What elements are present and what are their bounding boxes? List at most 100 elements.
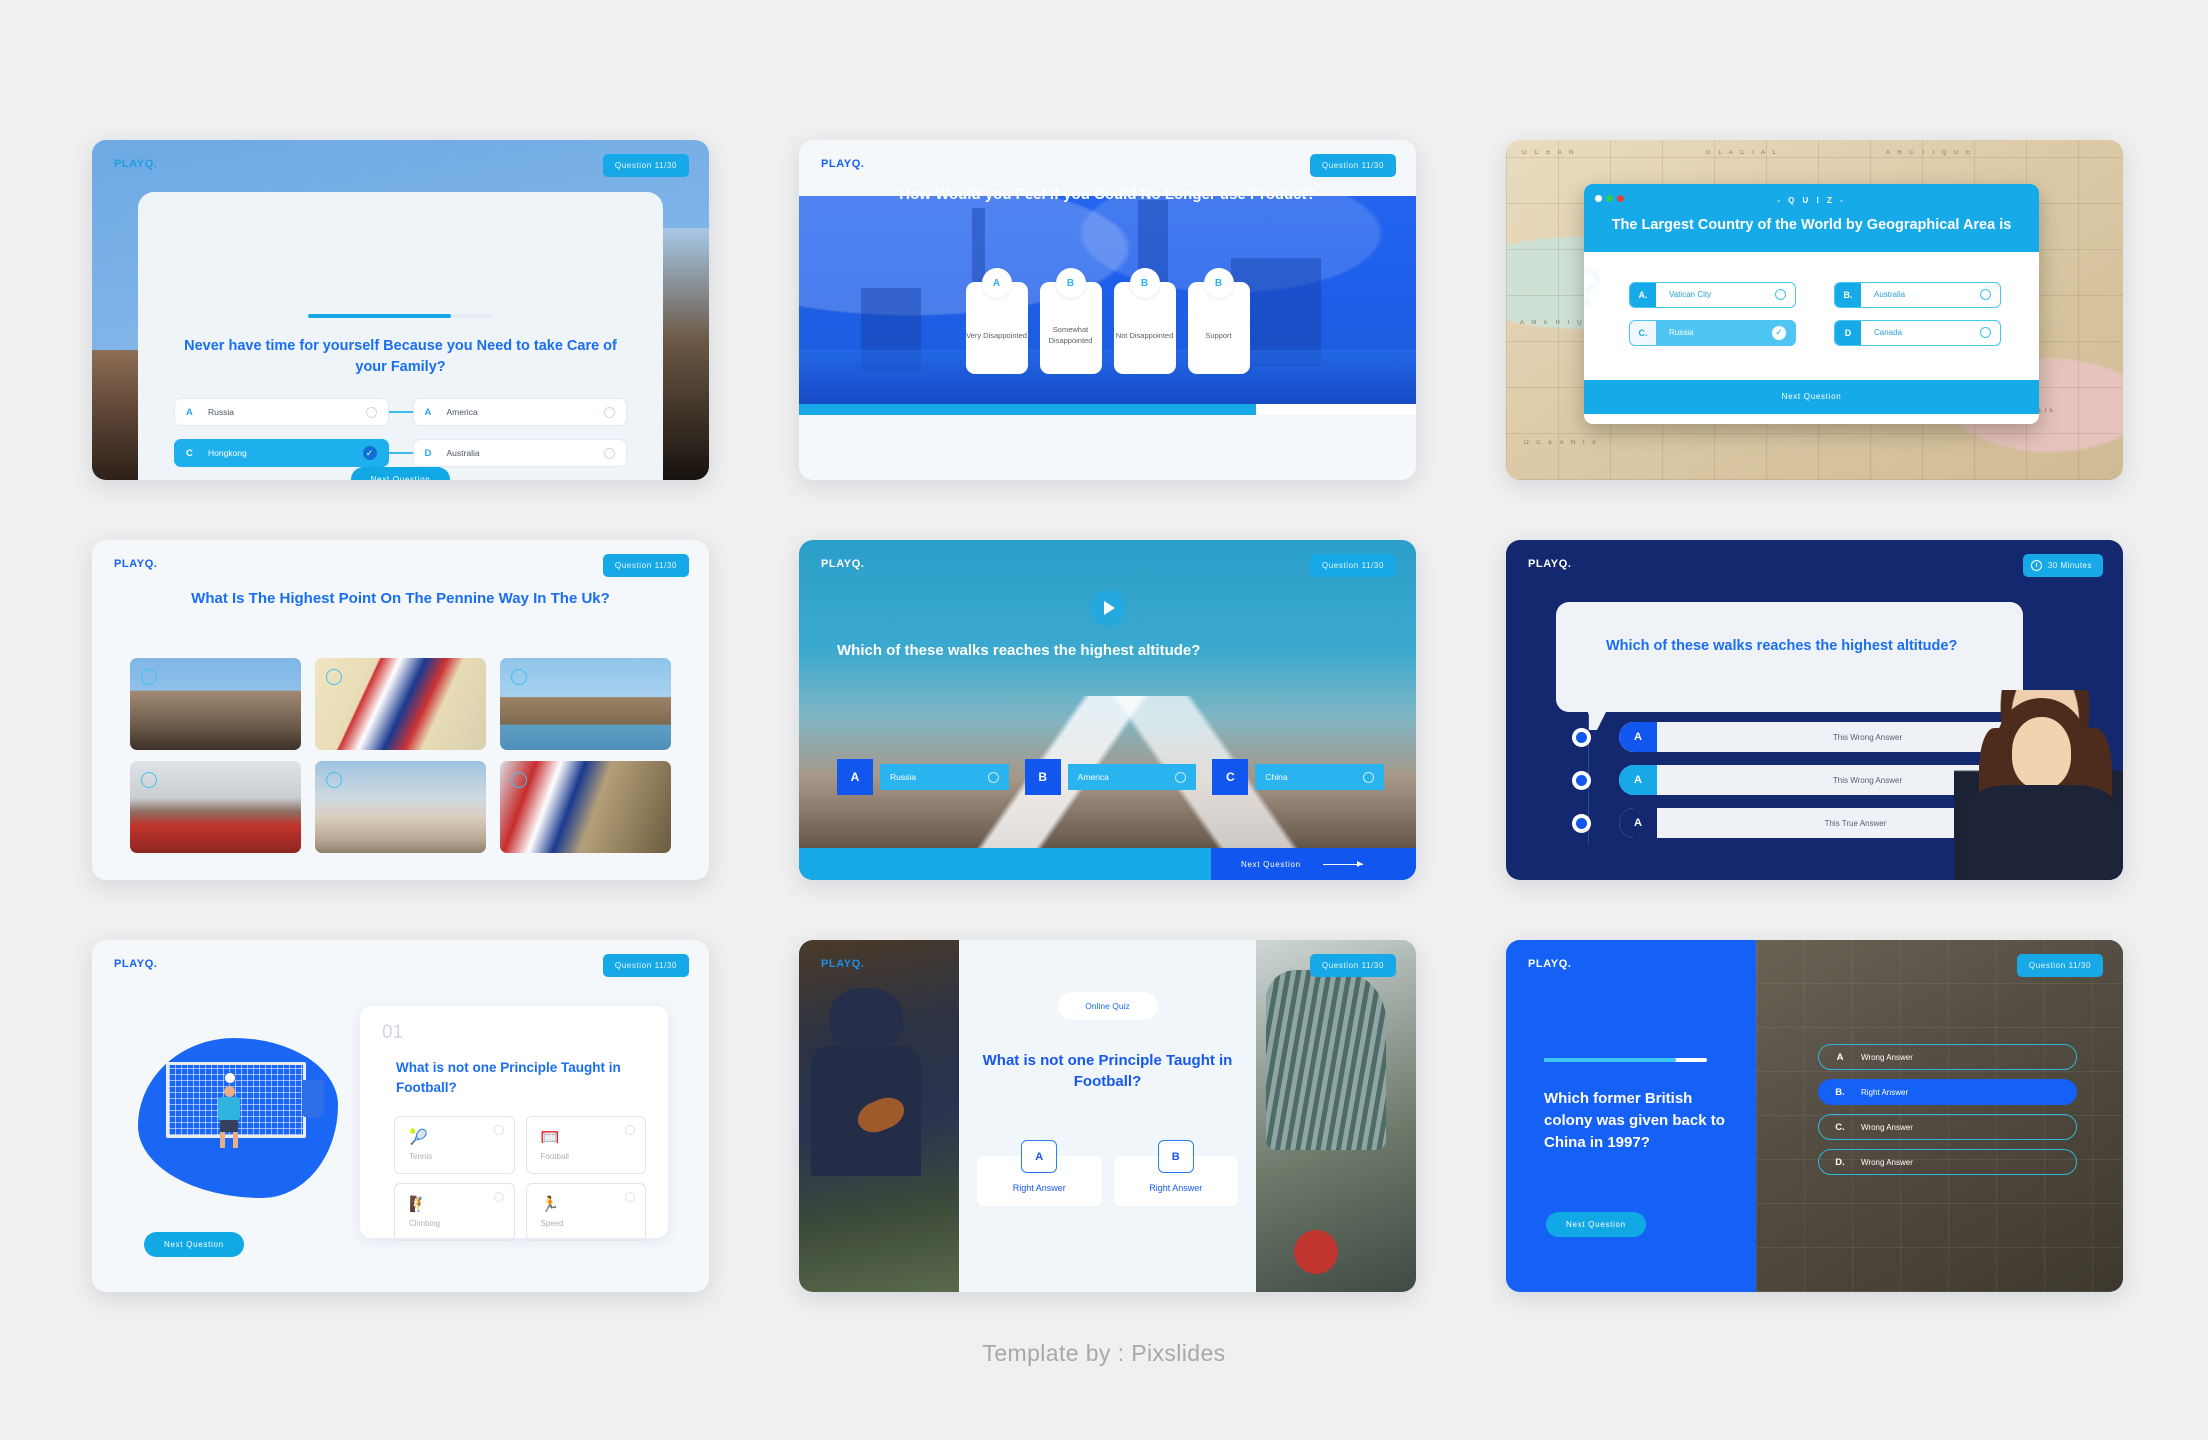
image-answer-option[interactable]: [315, 761, 486, 853]
option-bullet[interactable]: [1572, 813, 1591, 833]
answer-card[interactable]: A Very Disappointed: [965, 268, 1028, 374]
answer-option[interactable]: D Australia: [412, 439, 627, 467]
radio-icon[interactable]: [493, 1125, 504, 1135]
option-label: Tennis: [409, 1151, 433, 1161]
answer-option[interactable]: B America: [1024, 759, 1197, 795]
option-letter: D: [1835, 320, 1861, 345]
option-label: Hongkong: [208, 448, 247, 458]
answer-option[interactable]: B Right Answer: [1113, 1140, 1238, 1206]
option-label: Right Answer: [1861, 1087, 1909, 1097]
answer-card[interactable]: B Support: [1187, 268, 1250, 374]
next-question-button[interactable]: Next Question: [1584, 379, 2039, 414]
slide-2[interactable]: PLAYQ. Question 11/30 How Would you Feel…: [799, 140, 1416, 480]
slide-1-photo-right: [657, 228, 709, 480]
answer-option[interactable]: C. Wrong Answer: [1818, 1114, 2077, 1140]
image-answer-option[interactable]: [500, 761, 671, 853]
answer-option[interactable]: A Right Answer: [977, 1140, 1102, 1206]
slide-7[interactable]: PLAYQ. Question 11/30 Next Question 01 W…: [92, 940, 709, 1292]
radio-icon[interactable]: [511, 669, 527, 685]
option-letter: B.: [1835, 282, 1861, 307]
goalkeeper-illustration: [120, 1028, 350, 1218]
radio-icon[interactable]: [625, 1192, 635, 1202]
answer-option[interactable]: 🥅 Football: [525, 1116, 646, 1174]
answer-option[interactable]: A America: [412, 398, 627, 426]
table-tennis-photo: [1256, 940, 1416, 1292]
image-answer-option[interactable]: [130, 658, 301, 750]
slide-8[interactable]: Online Quiz What is not one Principle Ta…: [799, 940, 1416, 1292]
slide-9-footer: Next Question: [1546, 1212, 1646, 1237]
option-label: Russia: [208, 407, 234, 417]
image-answer-option[interactable]: [500, 658, 671, 750]
radio-icon[interactable]: [1363, 771, 1375, 783]
option-letter: B.: [1835, 1086, 1845, 1098]
answer-option[interactable]: A. Vatican City: [1629, 281, 1796, 308]
check-icon: ✓: [362, 446, 377, 460]
window-minimize-dot[interactable]: [1606, 195, 1613, 202]
answer-option[interactable]: D Canada: [1834, 319, 2001, 346]
radio-icon[interactable]: [625, 1125, 635, 1135]
person-photo: [1954, 690, 2123, 880]
answer-option[interactable]: 🏃 Speed: [525, 1183, 646, 1241]
answer-option-selected[interactable]: B. Right Answer: [1818, 1079, 2077, 1105]
slide-6[interactable]: PLAYQ. 30 Minutes Which of these walks r…: [1506, 540, 2123, 880]
slide-4[interactable]: PLAYQ. Question 11/30 What Is The Highes…: [92, 540, 709, 880]
brand-logo: PLAYQ.: [1528, 958, 1572, 970]
radio-icon[interactable]: [604, 406, 615, 418]
radio-icon[interactable]: [987, 771, 999, 783]
next-question-button[interactable]: Next Question: [1546, 1212, 1646, 1237]
question-mark-decor-icon: ?: [1584, 258, 1604, 318]
slide-3[interactable]: O C E A N G L A C I A L A R C T I Q U E …: [1506, 140, 2123, 480]
play-button-icon[interactable]: [1089, 590, 1126, 626]
slide-5-bottom-bar: Next Question: [799, 848, 1416, 880]
image-answer-option[interactable]: [315, 658, 486, 750]
next-question-label: Next Question: [1241, 859, 1301, 869]
answer-card[interactable]: B Somewhat Disappointed: [1039, 268, 1102, 374]
window-zoom-dot[interactable]: [1617, 195, 1624, 202]
radio-icon[interactable]: [326, 669, 342, 685]
answer-card[interactable]: B Not Disappointed: [1113, 268, 1176, 374]
answer-option[interactable]: A Russia: [837, 759, 1009, 795]
radio-icon[interactable]: [141, 669, 157, 685]
option-label: Vatican City: [1669, 290, 1712, 300]
question-counter-badge: Question 11/30: [602, 954, 689, 977]
answer-option[interactable]: 🎾 Tennis: [394, 1116, 515, 1174]
slide-5[interactable]: PLAYQ. Question 11/30 Which of these wal…: [799, 540, 1416, 880]
radio-icon[interactable]: [511, 772, 527, 788]
brand-logo: PLAYQ.: [821, 958, 865, 970]
answer-option[interactable]: 🧗 Climbing: [394, 1183, 515, 1241]
answer-option[interactable]: C China: [1212, 759, 1385, 795]
image-answer-option[interactable]: [130, 761, 301, 853]
radio-icon[interactable]: [326, 772, 342, 788]
progress-bar: [799, 404, 1416, 415]
option-bullet[interactable]: [1572, 770, 1591, 790]
option-bullet[interactable]: [1572, 727, 1591, 747]
radio-icon[interactable]: [604, 447, 615, 459]
answer-option-selected[interactable]: C Hongkong ✓: [174, 439, 389, 467]
option-letter: C.: [1835, 1121, 1845, 1133]
radio-icon[interactable]: [1775, 289, 1786, 301]
answer-option[interactable]: A Wrong Answer: [1818, 1044, 2077, 1070]
timer-label: 30 Minutes: [2047, 561, 2092, 570]
answer-option[interactable]: B. Australia: [1834, 281, 2001, 308]
slide-9[interactable]: A Wrong Answer B. Right Answer C. Wrong …: [1506, 940, 2123, 1292]
answer-cards: A Very Disappointed B Somewhat Disappoin…: [965, 268, 1250, 374]
next-question-button[interactable]: Next Question: [144, 1232, 244, 1257]
next-question-button[interactable]: Next Question: [350, 467, 451, 480]
radio-icon[interactable]: [1175, 771, 1187, 783]
answer-option[interactable]: D. Wrong Answer: [1818, 1149, 2077, 1175]
option-label: Somewhat Disappointed: [1048, 325, 1093, 345]
slide-9-left-panel: Which former British colony was given ba…: [1506, 940, 1756, 1292]
window-close-dot[interactable]: [1595, 195, 1602, 202]
radio-icon[interactable]: [1980, 327, 1991, 339]
radio-icon[interactable]: [493, 1192, 504, 1202]
slide-1-panel: Never have time for yourself Because you…: [138, 192, 663, 480]
radio-icon[interactable]: [141, 772, 157, 788]
next-question-button[interactable]: Next Question: [1211, 848, 1416, 880]
answer-option[interactable]: A Russia: [174, 398, 389, 426]
option-letter: A: [1021, 1140, 1058, 1173]
radio-icon[interactable]: [365, 406, 377, 418]
radio-icon[interactable]: [1980, 289, 1991, 301]
brand-logo: PLAYQ.: [821, 158, 865, 170]
slide-1[interactable]: PLAYQ. Question 11/30 Never have time fo…: [92, 140, 709, 480]
answer-option-selected[interactable]: C. Russia ✓: [1629, 319, 1796, 346]
